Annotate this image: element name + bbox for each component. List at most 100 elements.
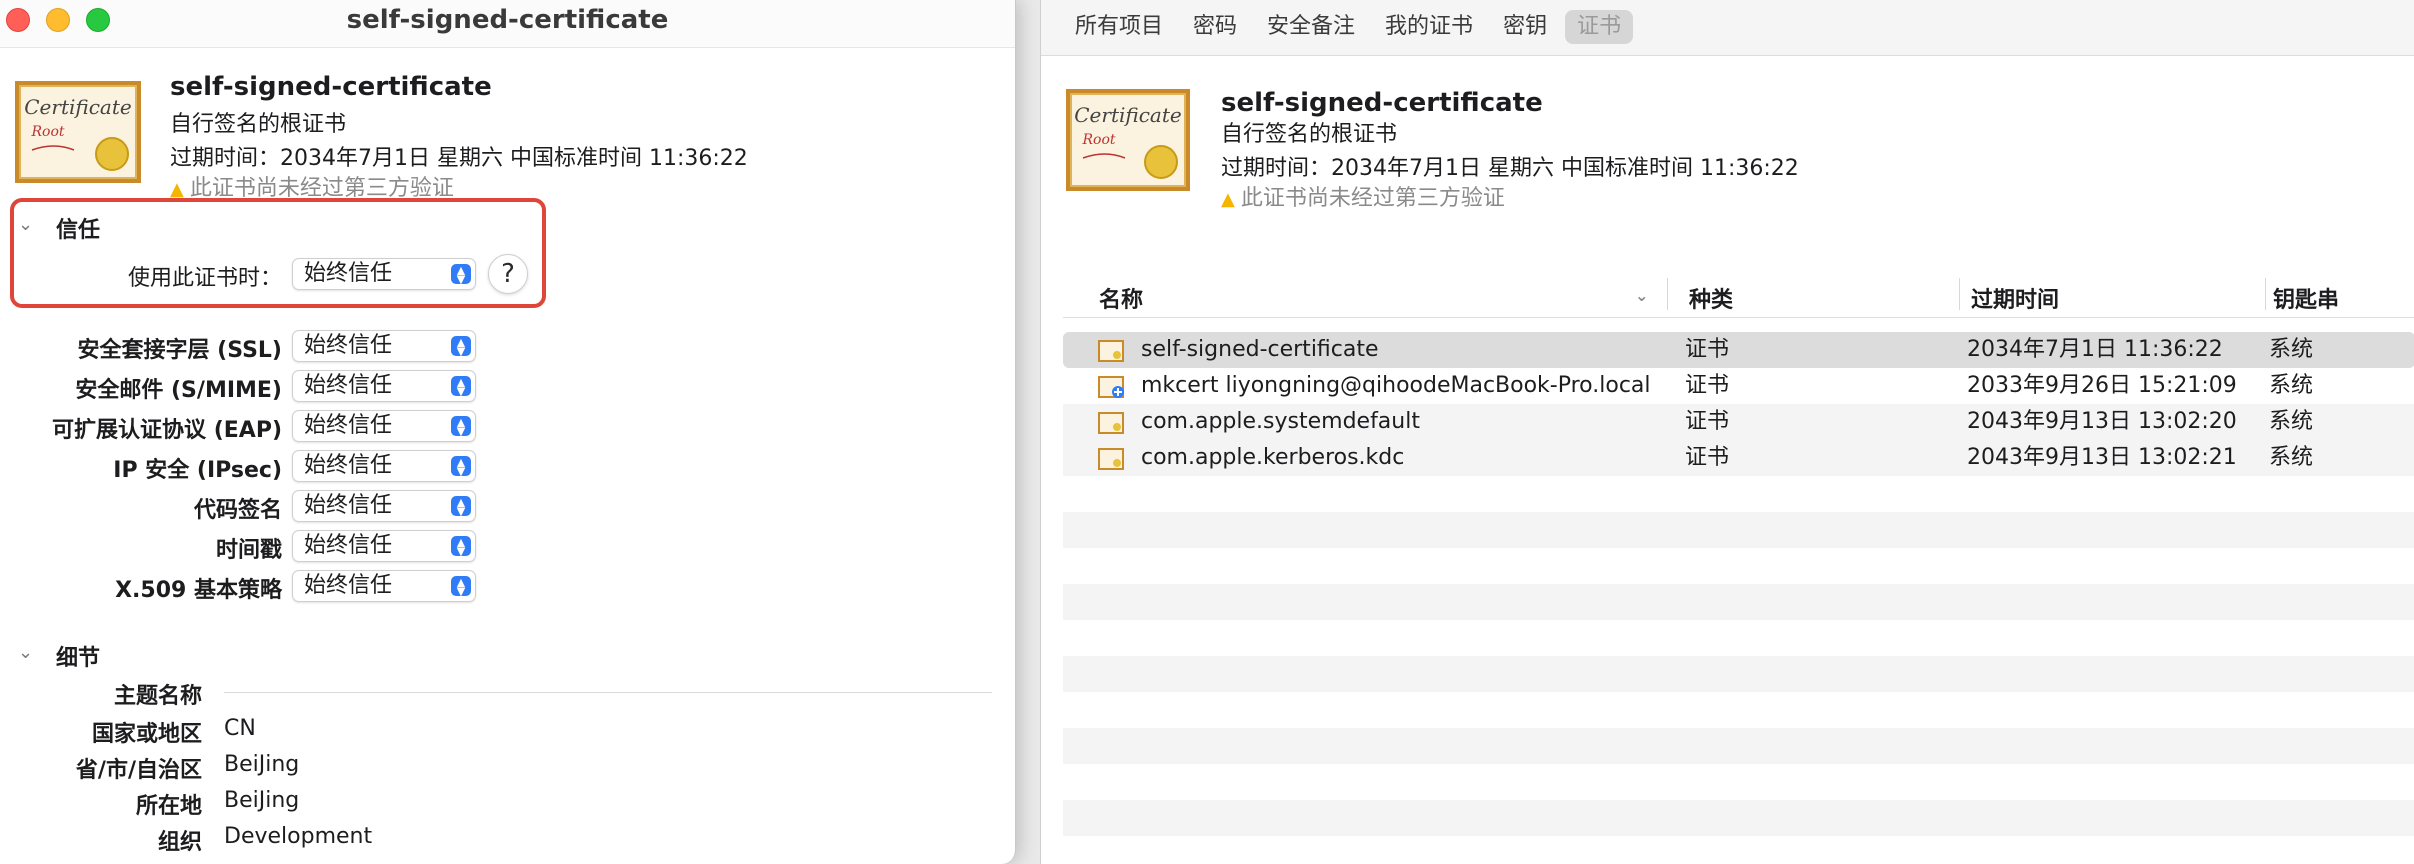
ipsec-popup[interactable]: 始终信任 ▲ ▼ <box>292 450 476 482</box>
timestamping-popup[interactable]: 始终信任 ▲ ▼ <box>292 530 476 562</box>
details-section-title[interactable]: 细节 <box>56 640 100 672</box>
popup-arrows-icon: ▲ ▼ <box>451 416 471 437</box>
smime-label: 安全邮件 (S/MIME) <box>75 378 282 403</box>
certificate-subtitle: 自行签名的根证书 <box>170 112 347 137</box>
chevron-down-icon[interactable]: ⌄ <box>18 642 33 663</box>
row-kind: 证书 <box>1685 409 1730 434</box>
popup-arrows-icon: ▲ ▼ <box>451 456 471 477</box>
certificate-icon <box>1098 412 1124 434</box>
x509-basic-policy-value: 始终信任 <box>304 573 393 598</box>
province-label: 省/市/自治区 <box>75 758 202 783</box>
x509-basic-policy-label: X.509 基本策略 <box>115 578 282 603</box>
row-kind: 证书 <box>1685 337 1730 362</box>
when-using-label: 使用此证书时： <box>127 266 282 291</box>
help-button[interactable]: ? <box>488 254 528 294</box>
row-name: com.apple.systemdefault <box>1141 409 1420 434</box>
province-value: BeiJing <box>224 752 300 777</box>
chevron-down-icon[interactable]: ⌄ <box>18 214 33 235</box>
smime-popup[interactable]: 始终信任 ▲ ▼ <box>292 370 476 402</box>
column-kind[interactable]: 种类 <box>1689 282 1733 314</box>
column-expiry[interactable]: 过期时间 <box>1971 282 2059 314</box>
table-row[interactable]: mkcert liyongning@qihoodeMacBook-Pro.loc… <box>1063 368 2414 404</box>
warning-icon: ▲ <box>170 179 184 200</box>
ssl-value: 始终信任 <box>304 333 393 358</box>
selected-cert-summary: Certificate Root self-signed-certificate… <box>1065 88 1965 211</box>
code-signing-popup[interactable]: 始终信任 ▲ ▼ <box>292 490 476 522</box>
table-row[interactable]: self-signed-certificate 证书 2034年7月1日 11:… <box>1063 332 2414 368</box>
list-column-header: 名称 ⌄ 种类 过期时间 钥匙串 <box>1063 272 2414 318</box>
empty-row <box>1063 656 2414 692</box>
svg-text:Root: Root <box>1081 132 1115 148</box>
column-divider[interactable] <box>1667 278 1668 310</box>
svg-text:Certificate: Certificate <box>1074 103 1181 127</box>
tab-passwords[interactable]: 密码 <box>1181 10 1249 44</box>
popup-arrows-icon: ▲ ▼ <box>451 496 471 517</box>
subject-name-label: 主题名称 <box>113 684 202 709</box>
tab-keys[interactable]: 密钥 <box>1491 10 1559 44</box>
country-value: CN <box>224 716 256 741</box>
window-titlebar[interactable]: self-signed-certificate <box>0 0 1015 48</box>
row-name: com.apple.kerberos.kdc <box>1141 445 1405 470</box>
row-keychain: 系统 <box>2269 409 2314 434</box>
column-name[interactable]: 名称 <box>1099 282 1143 314</box>
summary-subtitle: 自行签名的根证书 <box>1221 122 1398 147</box>
table-row[interactable]: com.apple.kerberos.kdc 证书 2043年9月13日 13:… <box>1063 440 2414 476</box>
organization-label: 组织 <box>157 830 202 855</box>
window-title: self-signed-certificate <box>346 5 669 35</box>
row-expiry: 2043年9月13日 13:02:20 <box>1967 409 2237 434</box>
chevron-down-icon[interactable]: ⌄ <box>1635 286 1648 305</box>
row-name: mkcert liyongning@qihoodeMacBook-Pro.loc… <box>1141 373 1651 398</box>
ipsec-label: IP 安全 (IPsec) <box>113 458 282 483</box>
summary-warning: ▲ 此证书尚未经过第三方验证 <box>1221 180 1505 212</box>
popup-arrows-icon: ▲ ▼ <box>451 264 471 285</box>
certificate-expiry: 过期时间：2034年7月1日 星期六 中国标准时间 11:36:22 <box>170 146 748 171</box>
tab-my-certificates[interactable]: 我的证书 <box>1373 10 1485 44</box>
trust-section-title[interactable]: 信任 <box>56 212 100 244</box>
row-kind: 证书 <box>1685 445 1730 470</box>
when-using-popup[interactable]: 始终信任 ▲ ▼ <box>292 258 476 290</box>
certificate-root-icon: Certificate Root <box>1066 89 1190 191</box>
empty-row <box>1063 800 2414 836</box>
eap-popup[interactable]: 始终信任 ▲ ▼ <box>292 410 476 442</box>
column-divider[interactable] <box>1959 278 1960 310</box>
popup-arrows-icon: ▲ ▼ <box>451 336 471 357</box>
organization-value: Development <box>224 824 373 849</box>
popup-arrows-icon: ▲ ▼ <box>451 576 471 597</box>
x509-basic-policy-popup[interactable]: 始终信任 ▲ ▼ <box>292 570 476 602</box>
tab-all-items[interactable]: 所有项目 <box>1063 10 1175 44</box>
popup-arrows-icon: ▲ ▼ <box>451 536 471 557</box>
summary-title: self-signed-certificate <box>1221 88 1543 118</box>
ssl-popup[interactable]: 始终信任 ▲ ▼ <box>292 330 476 362</box>
column-divider[interactable] <box>2265 278 2266 310</box>
certificate-detail-window: self-signed-certificate Certificate Root… <box>0 0 1016 864</box>
category-tabs: 所有项目 密码 安全备注 我的证书 密钥 证书 <box>1063 10 1634 44</box>
row-keychain: 系统 <box>2269 373 2314 398</box>
tab-certificates[interactable]: 证书 <box>1565 10 1634 44</box>
empty-row <box>1063 512 2414 548</box>
category-toolbar: 所有项目 密码 安全备注 我的证书 密钥 证书 <box>1041 0 2414 56</box>
country-label: 国家或地区 <box>91 722 202 747</box>
ssl-label: 安全套接字层 (SSL) <box>77 338 283 363</box>
row-expiry: 2034年7月1日 11:36:22 <box>1967 337 2223 362</box>
certificate-header: Certificate Root self-signed-certificate… <box>14 72 1004 202</box>
smime-value: 始终信任 <box>304 373 393 398</box>
when-using-value: 始终信任 <box>304 261 393 286</box>
row-kind: 证书 <box>1685 373 1730 398</box>
tab-secure-notes[interactable]: 安全备注 <box>1255 10 1367 44</box>
certificate-icon <box>1098 448 1124 470</box>
empty-row <box>1063 584 2414 620</box>
row-expiry: 2043年9月13日 13:02:21 <box>1967 445 2237 470</box>
certificate-title: self-signed-certificate <box>170 72 492 102</box>
certificate-trusted-plus-icon <box>1098 376 1124 398</box>
locality-label: 所在地 <box>135 794 202 819</box>
warning-icon: ▲ <box>1221 189 1235 210</box>
summary-warning-text: 此证书尚未经过第三方验证 <box>1240 186 1505 211</box>
row-name: self-signed-certificate <box>1141 337 1379 362</box>
code-signing-label: 代码签名 <box>193 498 282 523</box>
row-keychain: 系统 <box>2269 337 2314 362</box>
table-row[interactable]: com.apple.systemdefault 证书 2043年9月13日 13… <box>1063 404 2414 440</box>
keychain-main-window: 所有项目 密码 安全备注 我的证书 密钥 证书 Certificate Root… <box>1040 0 2414 864</box>
eap-label: 可扩展认证协议 (EAP) <box>52 418 282 443</box>
column-keychain[interactable]: 钥匙串 <box>2273 282 2339 314</box>
certificate-list: self-signed-certificate 证书 2034年7月1日 11:… <box>1063 332 2414 864</box>
